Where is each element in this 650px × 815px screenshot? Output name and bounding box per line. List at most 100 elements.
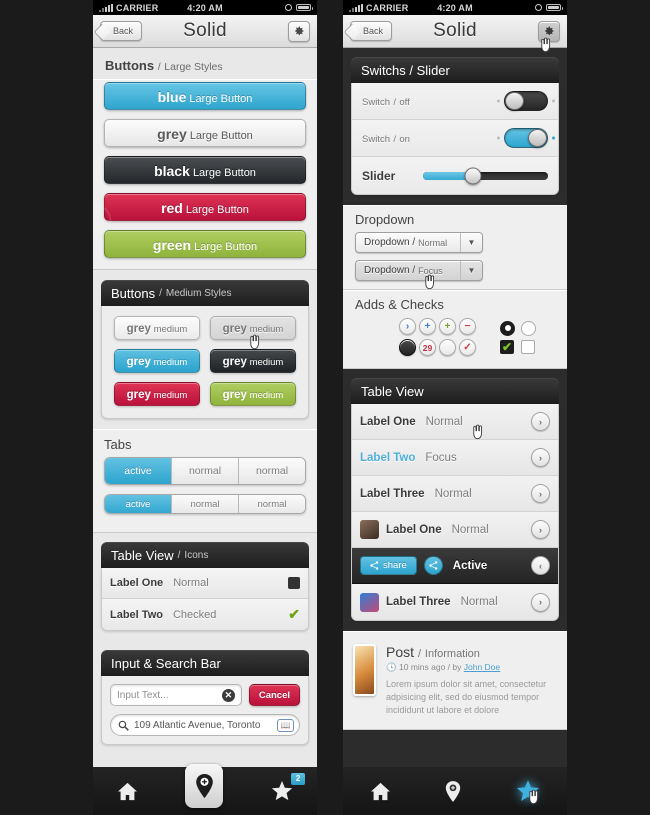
- checkbox-empty-icon[interactable]: [521, 339, 535, 354]
- filled-dark-circle-icon[interactable]: [399, 339, 416, 356]
- tabbar-star-button[interactable]: 2: [271, 772, 306, 802]
- star-icon: [516, 779, 539, 801]
- table-row[interactable]: Label One Normal ›: [352, 512, 558, 548]
- switch-dot-right: [552, 99, 555, 103]
- tabbar-add-place-button[interactable]: [185, 764, 224, 808]
- bottom-tab-bar: 2: [93, 764, 317, 815]
- avatar: [360, 592, 379, 612]
- switch-on[interactable]: [504, 128, 548, 148]
- large-button-blue[interactable]: blue Large Button: [104, 82, 306, 110]
- medium-button-red[interactable]: grey medium: [114, 382, 200, 406]
- chevron-down-icon[interactable]: ▼: [460, 261, 482, 280]
- tab-small-normal-2[interactable]: normal: [239, 495, 305, 513]
- tab-group-large: active normal normal: [104, 457, 306, 485]
- large-button-green-label: Large Button: [194, 241, 258, 253]
- plus-blue-icon[interactable]: +: [419, 318, 436, 335]
- checkmark-green-icon[interactable]: ✔: [288, 606, 300, 623]
- post-subtitle: Information: [424, 648, 480, 660]
- radio-selected-icon[interactable]: [500, 320, 515, 336]
- right-screen: Switchs / Slider Switch / off Switch / o…: [343, 48, 567, 815]
- large-button-grey[interactable]: grey Large Button: [104, 119, 306, 147]
- clock-icon: 🕓: [386, 662, 397, 672]
- tabbar-add-place-button[interactable]: [445, 780, 461, 802]
- table-row[interactable]: Label Two Checked ✔: [102, 599, 308, 630]
- large-button-black[interactable]: black Large Button: [104, 156, 306, 184]
- checkbox-empty-icon[interactable]: [288, 577, 300, 589]
- input-search-header: Input & Search Bar: [101, 650, 309, 676]
- table-row[interactable]: Label Three Normal ›: [352, 476, 558, 512]
- medium-button-green[interactable]: grey medium: [210, 382, 296, 406]
- table-row[interactable]: Label One Normal: [102, 568, 308, 599]
- table-row[interactable]: Label One Normal ›: [352, 404, 558, 440]
- plus-green-icon[interactable]: +: [439, 318, 456, 335]
- dropdown-focus[interactable]: Dropdown / Focus ▼: [355, 260, 483, 281]
- large-button-red[interactable]: red Large Button: [104, 193, 306, 221]
- minus-red-icon[interactable]: −: [459, 318, 476, 335]
- slider[interactable]: [423, 167, 548, 184]
- large-button-green[interactable]: green Large Button: [104, 230, 306, 258]
- row-value: Normal: [425, 415, 463, 428]
- switch-off-label: Switch / off: [362, 94, 410, 108]
- medium-button-blue-label: medium: [153, 357, 188, 368]
- text-input[interactable]: Input Text... ✕: [110, 684, 242, 706]
- chevron-down-icon[interactable]: ▼: [460, 233, 482, 252]
- search-input[interactable]: 109 Atlantic Avenue, Toronto 📖: [110, 714, 300, 736]
- disclosure-left-icon[interactable]: ‹: [531, 556, 550, 575]
- settings-gear-button[interactable]: [538, 20, 560, 42]
- medium-button-black[interactable]: grey medium: [210, 349, 296, 373]
- badge-count-icon[interactable]: 29: [419, 339, 436, 356]
- slider-knob[interactable]: [464, 167, 482, 184]
- tab-small-active[interactable]: active: [105, 495, 172, 513]
- back-button[interactable]: Back: [350, 21, 393, 41]
- tab-active[interactable]: active: [105, 458, 172, 484]
- disclosure-right-icon[interactable]: ›: [531, 592, 550, 612]
- back-button[interactable]: Back: [100, 21, 143, 41]
- row-accessory[interactable]: [288, 577, 300, 589]
- tabbar-home-button[interactable]: [370, 782, 391, 801]
- medium-button-grey-hover-label: medium: [249, 324, 284, 335]
- switch-off[interactable]: [504, 91, 548, 111]
- tabs-panel: Tabs active normal normal active normal …: [93, 429, 317, 533]
- disclosure-right-icon[interactable]: ›: [531, 520, 550, 539]
- tab-small-normal-1[interactable]: normal: [172, 495, 239, 513]
- post-author-link[interactable]: John Doe: [464, 662, 500, 672]
- row-label: Label Three: [386, 596, 451, 608]
- disclosure-right-icon[interactable]: ›: [531, 448, 550, 467]
- check-red-icon[interactable]: ✓: [459, 339, 476, 356]
- tab-normal-1[interactable]: normal: [172, 458, 239, 484]
- battery-icon: [296, 4, 313, 11]
- nav-bar: Back Solid: [343, 15, 567, 53]
- row-accessory[interactable]: ✔: [288, 606, 300, 623]
- share-button[interactable]: share: [360, 556, 417, 575]
- bottom-tab-bar: [343, 767, 567, 815]
- slider-label: Slider: [362, 168, 396, 183]
- tab-normal-2[interactable]: normal: [239, 458, 305, 484]
- tabbar-home-button[interactable]: [117, 782, 138, 801]
- home-icon: [117, 782, 137, 800]
- disclosure-right-icon[interactable]: ›: [531, 412, 550, 431]
- switch-dot-left: [497, 136, 500, 140]
- radio-empty-icon[interactable]: [521, 320, 536, 336]
- post-text: Post / Information 🕓 10 mins ago / by Jo…: [386, 644, 557, 717]
- medium-button-green-label: medium: [249, 390, 284, 401]
- tabbar-star-button[interactable]: [516, 779, 540, 804]
- bookmark-icon[interactable]: 📖: [277, 718, 294, 732]
- medium-button-grey-hover[interactable]: grey medium: [210, 316, 296, 340]
- share-circle-button[interactable]: [423, 556, 443, 575]
- cancel-button[interactable]: Cancel: [248, 684, 300, 706]
- disclosure-right-icon[interactable]: ›: [531, 484, 550, 503]
- table-row-active[interactable]: share Active ‹: [352, 548, 558, 584]
- table-row[interactable]: Label Two Focus ›: [352, 424, 558, 476]
- table-row[interactable]: Label Three Normal ›: [352, 584, 558, 620]
- settings-gear-button[interactable]: [288, 20, 310, 42]
- switches-header: Switchs / Slider: [351, 57, 559, 83]
- empty-circle-icon[interactable]: [439, 339, 456, 356]
- chevron-right-icon[interactable]: ›: [399, 318, 416, 335]
- medium-button-blue[interactable]: grey medium: [114, 349, 200, 373]
- clear-x-icon[interactable]: ✕: [221, 688, 235, 702]
- dropdown-focus-main: Dropdown /: [364, 265, 416, 276]
- checkbox-checked-icon[interactable]: ✔: [500, 339, 514, 354]
- post-title-main: Post: [386, 644, 415, 660]
- dropdown-normal[interactable]: Dropdown / Normal ▼: [355, 232, 483, 253]
- medium-button-grey[interactable]: grey medium: [114, 316, 200, 340]
